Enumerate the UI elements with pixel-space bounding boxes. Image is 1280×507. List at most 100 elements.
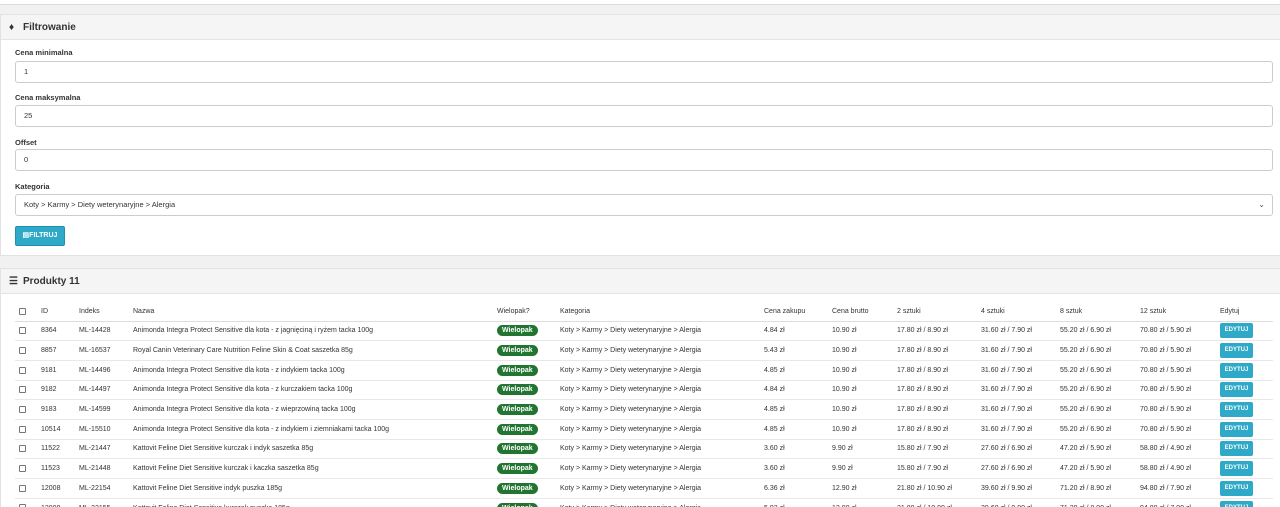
product-name: Royal Canin Veterinary Care Nutrition Fe… bbox=[129, 340, 493, 361]
table-row: 8364 ML-14428 Animonda Integra Protect Sen… bbox=[15, 321, 1273, 342]
row-checkbox[interactable] bbox=[19, 484, 26, 492]
price-12-pieces: 70.80 zł / 5.90 zł bbox=[1136, 340, 1216, 361]
price-2-pieces: 15.80 zł / 7.90 zł bbox=[893, 439, 977, 460]
buy-price: 5.43 zł bbox=[760, 340, 828, 361]
price-4-pieces: 31.60 zł / 7.90 zł bbox=[977, 380, 1056, 401]
product-name: Kattovit Feline Diet Sensitive indyk pus… bbox=[129, 478, 493, 499]
edit-button[interactable]: EDYTUJ bbox=[1220, 500, 1253, 507]
table-row: 8857 ML-16537 Royal Canin Veterinary Care … bbox=[15, 340, 1273, 361]
min-price-input[interactable]: 1 bbox=[15, 61, 1273, 83]
price-2-pieces: 17.80 zł / 8.90 zł bbox=[893, 321, 977, 342]
edit-button[interactable]: EDYTUJ bbox=[1220, 421, 1253, 437]
chevron-down-icon: ⌄ bbox=[1258, 200, 1265, 209]
buy-price: 4.85 zł bbox=[760, 419, 828, 440]
offset-input[interactable]: 0 bbox=[15, 149, 1273, 171]
price-2-pieces: 17.80 zł / 8.90 zł bbox=[893, 419, 977, 440]
edit-button[interactable]: EDYTUJ bbox=[1220, 362, 1253, 378]
buy-price: 6.36 zł bbox=[760, 478, 828, 499]
row-checkbox[interactable] bbox=[19, 327, 26, 335]
col-8-pieces: 8 sztuk bbox=[1056, 303, 1136, 322]
product-name: Kattovit Feline Diet Sensitive kurczak p… bbox=[129, 498, 493, 507]
multipack-badge: Wielopak bbox=[497, 443, 538, 455]
buy-price: 4.85 zł bbox=[760, 399, 828, 420]
row-checkbox[interactable] bbox=[19, 445, 26, 453]
product-id: 9183 bbox=[37, 399, 75, 420]
row-checkbox[interactable] bbox=[19, 425, 26, 433]
select-all-checkbox[interactable] bbox=[19, 308, 26, 316]
category-select[interactable]: Koty > Karmy > Diety weterynaryjne > Ale… bbox=[15, 194, 1273, 216]
price-2-pieces: 17.80 zł / 8.90 zł bbox=[893, 380, 977, 401]
table-row: 10514 ML-15510 Animonda Integra Protect Se… bbox=[15, 419, 1273, 440]
price-8-pieces: 71.20 zł / 8.90 zł bbox=[1056, 498, 1136, 507]
buy-price: 4.84 zł bbox=[760, 321, 828, 342]
gross-price: 10.90 zł bbox=[828, 360, 893, 381]
product-index: ML-16537 bbox=[75, 340, 129, 361]
price-2-pieces: 21.80 zł / 10.90 zł bbox=[893, 478, 977, 499]
multipack-badge: Wielopak bbox=[497, 404, 538, 416]
product-id: 11523 bbox=[37, 458, 75, 479]
row-checkbox[interactable] bbox=[19, 346, 26, 354]
product-category: Koty > Karmy > Diety weterynaryjne > Ale… bbox=[556, 360, 760, 381]
price-12-pieces: 70.80 zł / 5.90 zł bbox=[1136, 360, 1216, 381]
gross-price: 10.90 zł bbox=[828, 321, 893, 342]
buy-price: 4.85 zł bbox=[760, 360, 828, 381]
list-icon: ☰ bbox=[9, 275, 18, 287]
buy-price: 3.60 zł bbox=[760, 439, 828, 460]
product-category: Koty > Karmy > Diety weterynaryjne > Ale… bbox=[556, 478, 760, 499]
price-12-pieces: 70.80 zł / 5.90 zł bbox=[1136, 419, 1216, 440]
product-name: Kattovit Feline Diet Sensitive kurczak i… bbox=[129, 439, 493, 460]
col-gross-price: Cena brutto bbox=[828, 303, 893, 322]
edit-button[interactable]: EDYTUJ bbox=[1220, 480, 1253, 496]
multipack-badge: Wielopak bbox=[497, 364, 538, 376]
price-8-pieces: 55.20 zł / 6.90 zł bbox=[1056, 340, 1136, 361]
row-checkbox[interactable] bbox=[19, 464, 26, 472]
product-index: ML-14599 bbox=[75, 399, 129, 420]
product-name: Animonda Integra Protect Sensitive dla k… bbox=[129, 360, 493, 381]
product-id: 12009 bbox=[37, 498, 75, 507]
price-8-pieces: 55.20 zł / 6.90 zł bbox=[1056, 380, 1136, 401]
price-12-pieces: 58.80 zł / 4.90 zł bbox=[1136, 439, 1216, 460]
filter-button[interactable]: ▤FILTRUJ bbox=[15, 226, 65, 246]
gross-price: 9.90 zł bbox=[828, 458, 893, 479]
price-2-pieces: 15.80 zł / 7.90 zł bbox=[893, 458, 977, 479]
product-index: ML-14497 bbox=[75, 380, 129, 401]
edit-button[interactable]: EDYTUJ bbox=[1220, 461, 1253, 477]
price-2-pieces: 17.80 zł / 8.90 zł bbox=[893, 360, 977, 381]
gross-price: 10.90 zł bbox=[828, 380, 893, 401]
price-12-pieces: 70.80 zł / 5.90 zł bbox=[1136, 321, 1216, 342]
edit-button[interactable]: EDYTUJ bbox=[1220, 323, 1253, 339]
edit-button[interactable]: EDYTUJ bbox=[1220, 343, 1253, 359]
max-price-input[interactable]: 25 bbox=[15, 105, 1273, 127]
price-2-pieces: 21.80 zł / 10.90 zł bbox=[893, 498, 977, 507]
category-label: Kategoria bbox=[15, 182, 50, 191]
table-header-row: ID Indeks Nazwa Wielopak? Kategoria Cena… bbox=[15, 303, 1273, 322]
product-id: 8364 bbox=[37, 321, 75, 342]
price-4-pieces: 31.60 zł / 7.90 zł bbox=[977, 399, 1056, 420]
price-8-pieces: 55.20 zł / 6.90 zł bbox=[1056, 399, 1136, 420]
edit-button[interactable]: EDYTUJ bbox=[1220, 382, 1253, 398]
row-checkbox[interactable] bbox=[19, 405, 26, 413]
product-category: Koty > Karmy > Diety weterynaryjne > Ale… bbox=[556, 399, 760, 420]
price-8-pieces: 47.20 zł / 5.90 zł bbox=[1056, 439, 1136, 460]
product-id: 12008 bbox=[37, 478, 75, 499]
table-row: 12009ML-22155Kattovit Feline Diet Sensit… bbox=[15, 498, 1273, 507]
multipack-badge: Wielopak bbox=[497, 502, 538, 507]
gross-price: 9.90 zł bbox=[828, 439, 893, 460]
edit-button[interactable]: EDYTUJ bbox=[1220, 441, 1253, 457]
product-index: ML-22154 bbox=[75, 478, 129, 499]
price-2-pieces: 17.80 zł / 8.90 zł bbox=[893, 340, 977, 361]
product-index: ML-21447 bbox=[75, 439, 129, 460]
price-8-pieces: 55.20 zł / 6.90 zł bbox=[1056, 419, 1136, 440]
min-price-label: Cena minimalna bbox=[15, 48, 73, 57]
price-2-pieces: 17.80 zł / 8.90 zł bbox=[893, 399, 977, 420]
multipack-badge: Wielopak bbox=[497, 384, 538, 396]
price-4-pieces: 31.60 zł / 7.90 zł bbox=[977, 340, 1056, 361]
product-name: Animonda Integra Protect Sensitive dla k… bbox=[129, 321, 493, 342]
edit-button[interactable]: EDYTUJ bbox=[1220, 402, 1253, 418]
product-id: 11522 bbox=[37, 439, 75, 460]
product-id: 9182 bbox=[37, 380, 75, 401]
row-checkbox[interactable] bbox=[19, 386, 26, 394]
col-buy-price: Cena zakupu bbox=[760, 303, 828, 322]
col-category: Kategoria bbox=[556, 303, 760, 322]
row-checkbox[interactable] bbox=[19, 366, 26, 374]
